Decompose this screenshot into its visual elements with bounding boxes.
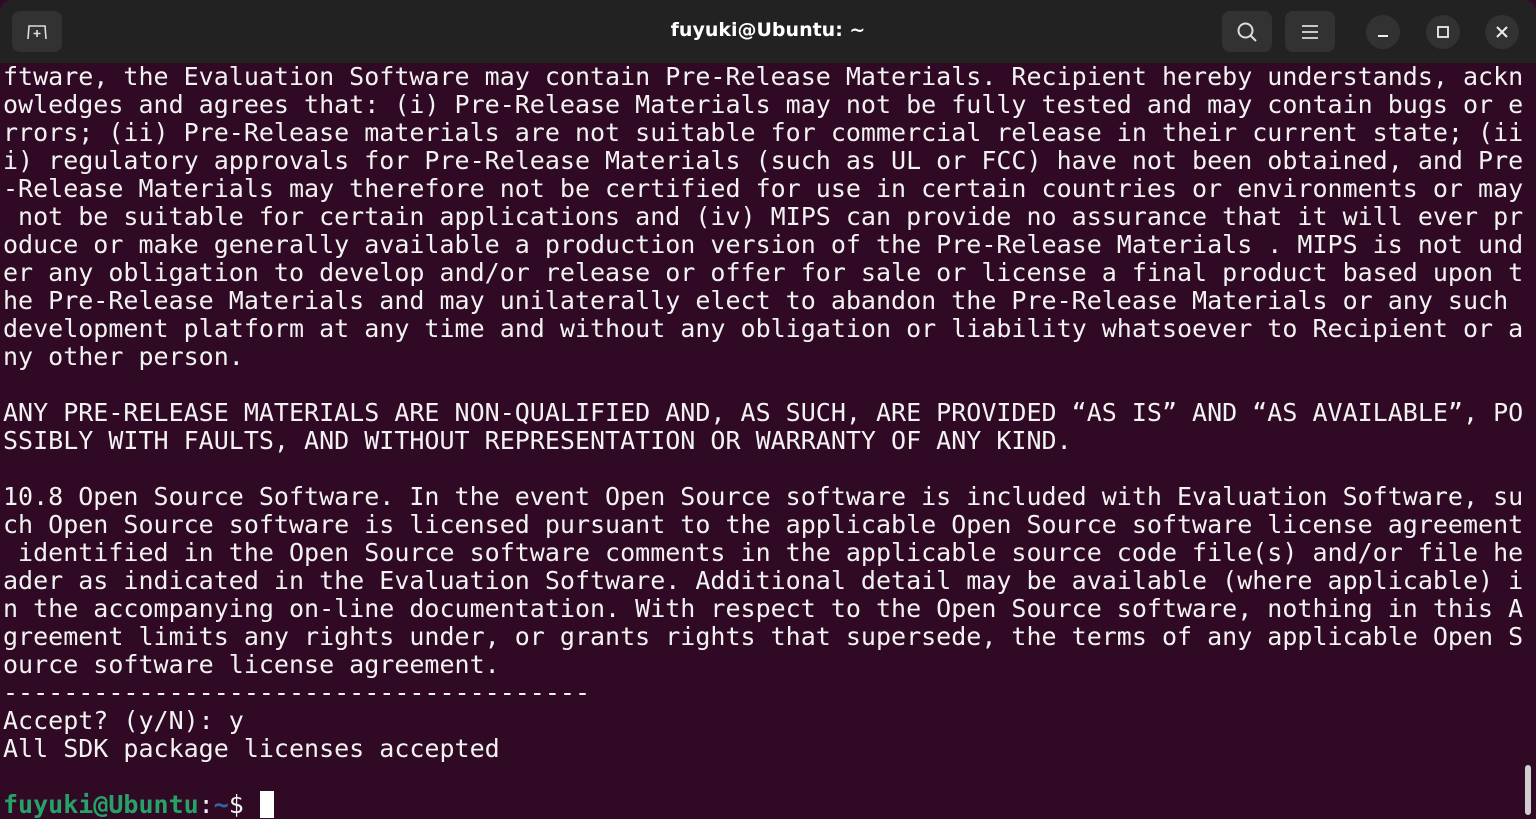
terminal-line: All SDK package licenses accepted [3,734,500,763]
terminal-line: oduce or make generally available a prod… [3,230,1524,259]
close-button[interactable] [1485,15,1519,49]
hamburger-menu-icon [1302,24,1318,39]
minimize-button[interactable] [1366,15,1400,49]
terminal-line: owledges and agrees that: (i) Pre-Releas… [3,90,1524,119]
terminal-line: ANY PRE-RELEASE MATERIALS ARE NON-QUALIF… [3,398,1524,427]
minimize-icon [1378,35,1388,37]
maximize-icon [1437,26,1449,38]
terminal-line: not be suitable for certain applications… [3,202,1524,231]
menu-button[interactable] [1285,11,1335,52]
prompt-path: ~ [213,790,229,819]
terminal-line: ource software license agreement. [3,650,500,679]
text-cursor [259,791,274,818]
prompt-symbol: $ [228,790,259,819]
terminal-line: n the accompanying on-line documentation… [3,594,1524,623]
prompt-user-host: fuyuki@Ubuntu [3,790,199,819]
terminal-line: ny other person. [3,342,244,371]
terminal-line: ftware, the Evaluation Software may cont… [3,62,1524,91]
terminal-line: --------------------------------------- [3,678,590,707]
terminal-line: Accept? (y/N): y [3,706,244,735]
terminal-line: he Pre-Release Materials and may unilate… [3,286,1509,315]
terminal-line: rrors; (ii) Pre-Release materials are no… [3,118,1524,147]
terminal-line: identified in the Open Source software c… [3,538,1524,567]
scrollbar[interactable] [1525,765,1531,815]
terminal-line: SSIBLY WITH FAULTS, AND WITHOUT REPRESEN… [3,426,1072,455]
terminal-line: 10.8 Open Source Software. In the event … [3,482,1524,511]
prompt-separator: : [198,790,214,819]
search-icon [1237,22,1257,42]
terminal-line: er any obligation to develop and/or rele… [3,258,1524,287]
terminal-line: ch Open Source software is licensed purs… [3,510,1524,539]
terminal-line: ader as indicated in the Evaluation Soft… [3,566,1524,595]
maximize-button[interactable] [1426,15,1460,49]
shell-prompt[interactable]: fuyuki@Ubuntu:~$ [3,791,1523,819]
close-icon [1496,26,1508,38]
search-button[interactable] [1222,11,1272,52]
terminal-line: development platform at any time and wit… [3,314,1524,343]
title-bar: fuyuki@Ubuntu: ~ [0,0,1536,63]
terminal-line: i) regulatory approvals for Pre-Release … [3,146,1524,175]
terminal-output[interactable]: ftware, the Evaluation Software may cont… [3,63,1523,819]
terminal-line: -Release Materials may therefore not be … [3,174,1524,203]
terminal-line: greement limits any rights under, or gra… [3,622,1524,651]
